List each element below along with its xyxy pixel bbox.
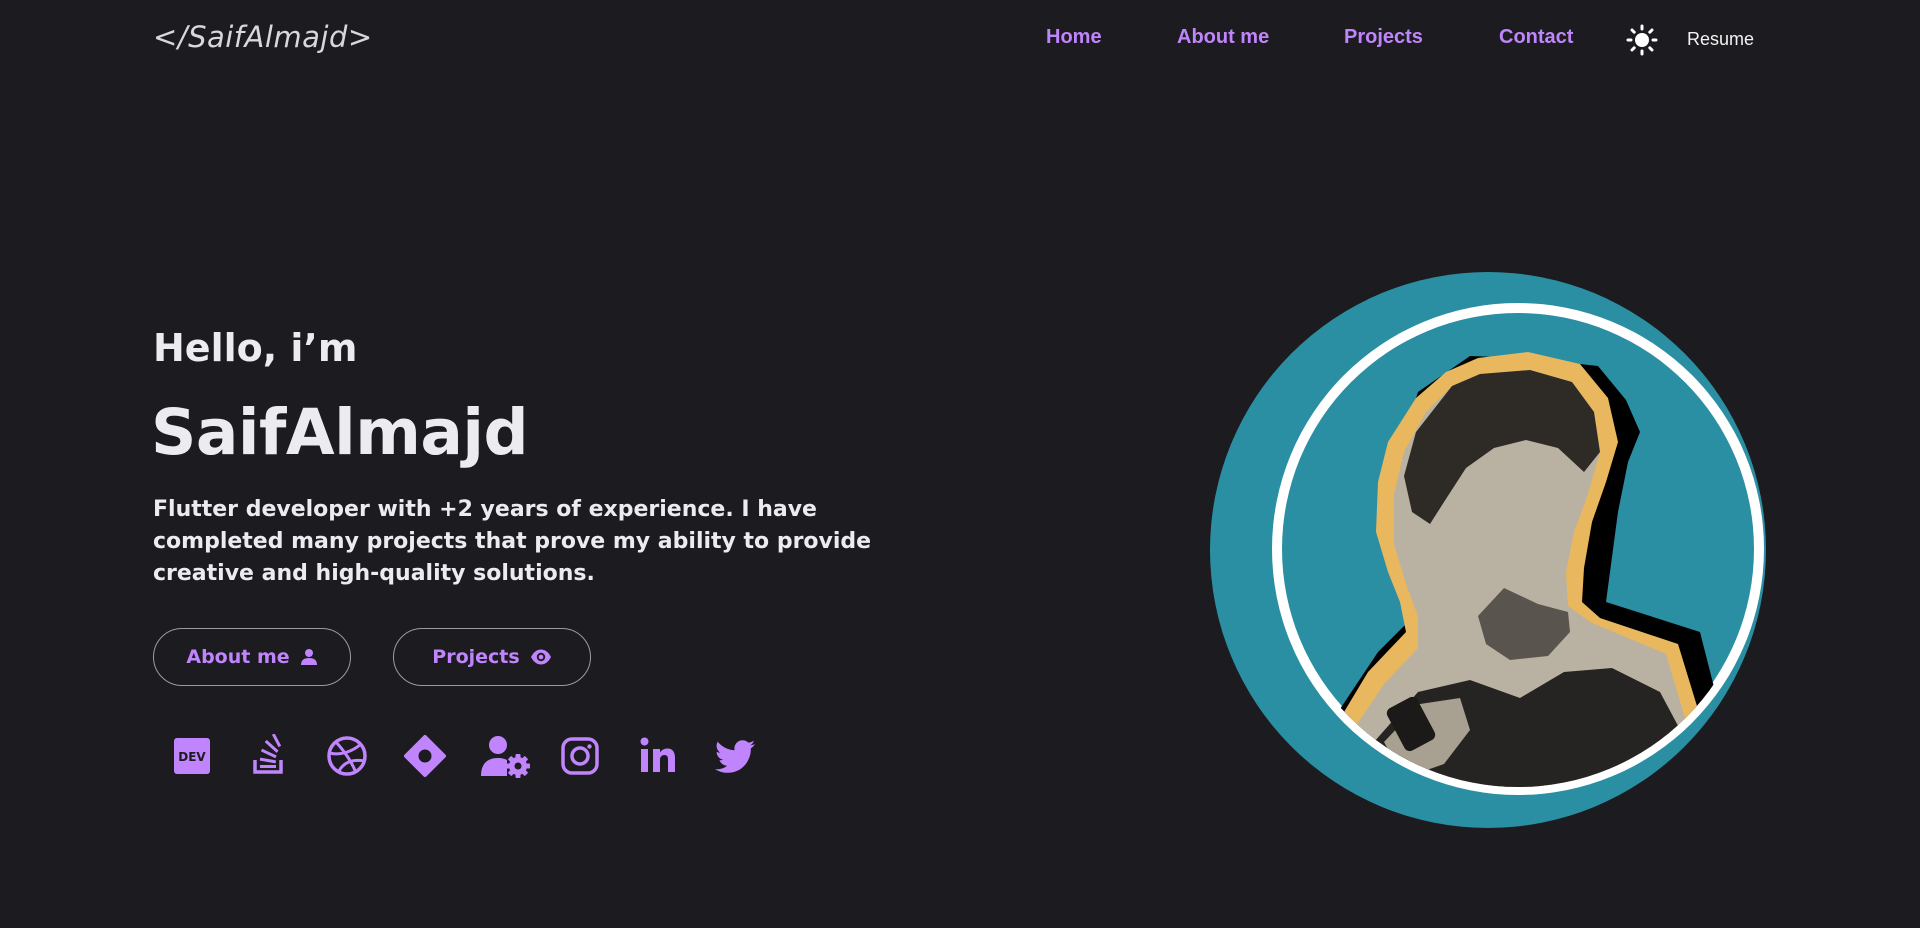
profile-photo bbox=[1210, 272, 1766, 828]
nav-about-me[interactable]: About me bbox=[1177, 26, 1269, 49]
profile-portrait bbox=[1208, 272, 1768, 832]
social-twitter-link[interactable] bbox=[714, 734, 758, 778]
svg-text:DEV: DEV bbox=[178, 750, 206, 764]
nav-projects[interactable]: Projects bbox=[1344, 26, 1423, 49]
twitter-icon bbox=[715, 740, 755, 773]
sun-icon bbox=[1626, 24, 1658, 56]
about-me-button-label: About me bbox=[186, 646, 290, 668]
greeting-text: Hello, i’m bbox=[153, 326, 358, 370]
social-codemagic-link[interactable] bbox=[403, 734, 447, 778]
stackoverflow-icon bbox=[253, 733, 283, 774]
social-stackoverflow-link[interactable] bbox=[247, 733, 291, 778]
codemagic-icon bbox=[404, 735, 446, 777]
social-dribbble-link[interactable] bbox=[325, 734, 369, 778]
hero-bio: Flutter developer with +2 years of exper… bbox=[153, 497, 872, 586]
user-icon bbox=[300, 649, 317, 665]
nav-contact[interactable]: Contact bbox=[1499, 26, 1573, 49]
nav-home[interactable]: Home bbox=[1046, 26, 1102, 49]
social-dev-link[interactable]: DEV bbox=[170, 734, 214, 778]
social-links: DEV bbox=[170, 733, 770, 778]
eye-icon bbox=[530, 649, 551, 665]
dribbble-icon bbox=[327, 736, 367, 776]
about-me-button[interactable]: About me bbox=[153, 628, 351, 686]
hero-name: SaifAlmajd bbox=[151, 396, 529, 469]
resume-link[interactable]: Resume bbox=[1687, 29, 1754, 50]
theme-toggle-button[interactable] bbox=[1626, 24, 1658, 56]
instagram-icon bbox=[561, 737, 599, 775]
social-portfolio-link[interactable] bbox=[480, 734, 530, 778]
social-instagram-link[interactable] bbox=[558, 734, 602, 778]
social-linkedin-link[interactable] bbox=[636, 734, 680, 778]
linkedin-icon bbox=[640, 737, 675, 772]
projects-button-label: Projects bbox=[432, 646, 520, 668]
dev-to-icon: DEV bbox=[174, 738, 210, 774]
projects-button[interactable]: Projects bbox=[393, 628, 591, 686]
user-gear-icon bbox=[481, 736, 530, 778]
site-logo[interactable]: </SaifAlmajd> bbox=[153, 20, 373, 54]
